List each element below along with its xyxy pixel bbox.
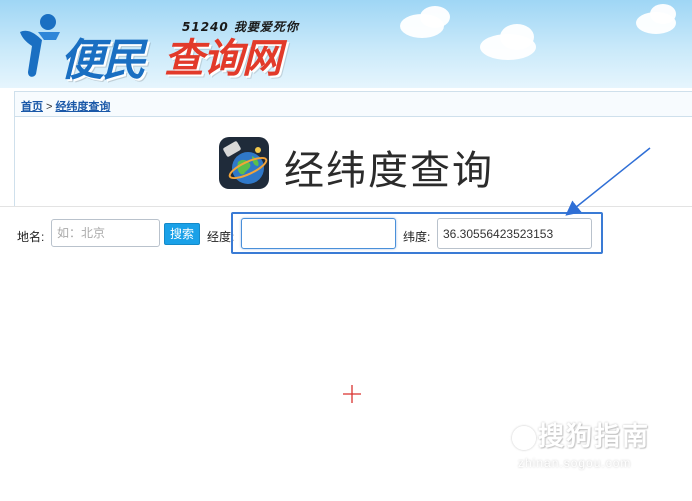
cloud-decoration (650, 4, 676, 24)
breadcrumb-trail: 首页 > 经纬度查询 (21, 98, 110, 114)
site-logo[interactable]: 便民 查询网 51240 我要爱死你 (14, 6, 314, 86)
logo-slogan: 51240 我要爱死你 (182, 20, 299, 34)
map-crosshair-icon (343, 385, 361, 403)
place-search-input[interactable] (51, 219, 160, 247)
breadcrumb: 首页 > 经纬度查询 (14, 91, 692, 117)
watermark-main-label: 搜狗指南 (538, 421, 651, 451)
watermark-sub-text: zhinan.sogou.com (518, 456, 632, 470)
place-label: 地名: (17, 230, 45, 244)
logo-text-main: 便民 (60, 35, 146, 86)
cloud-decoration (500, 24, 534, 50)
watermark-main-text: 搜狗指南 (512, 416, 650, 453)
latitude-input[interactable] (437, 218, 592, 249)
annotation-arrow-icon (565, 147, 651, 216)
sogou-watermark: 搜狗指南 zhinan.sogou.com (512, 416, 682, 476)
satellite-globe-icon (219, 137, 269, 189)
breadcrumb-separator: > (46, 101, 53, 113)
search-button[interactable]: 搜索 (164, 223, 200, 245)
longitude-input[interactable] (241, 218, 396, 249)
latitude-label: 纬度: (403, 230, 431, 244)
breadcrumb-current-link[interactable]: 经纬度查询 (55, 101, 110, 113)
page-title: 经纬度查询 (284, 148, 494, 194)
site-header: 便民 查询网 51240 我要爱死你 (0, 0, 692, 88)
cloud-decoration (420, 6, 450, 28)
breadcrumb-home-link[interactable]: 首页 (21, 101, 43, 113)
sogou-s-icon (512, 426, 536, 451)
content-left-border (14, 117, 15, 207)
